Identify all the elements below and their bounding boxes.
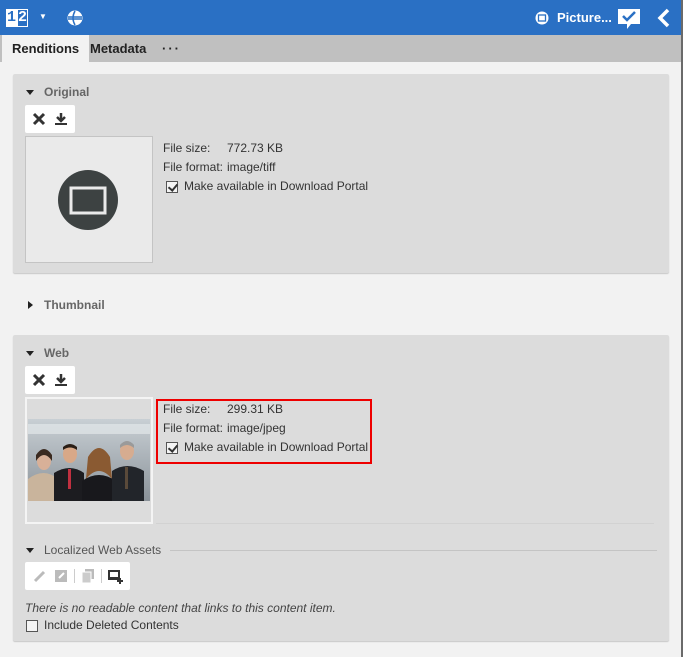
section-title: Original [44, 85, 90, 99]
collapse-triangle-icon [28, 301, 33, 309]
include-deleted-checkbox[interactable]: Include Deleted Contents [26, 616, 179, 635]
document-title: Picture... [557, 10, 612, 25]
web-preview-image [28, 419, 150, 501]
add-picture-icon[interactable] [107, 568, 123, 584]
tab-renditions[interactable]: Renditions [2, 35, 90, 62]
original-info: File size: 772.73 KB File format: image/ti… [163, 139, 368, 196]
divider [156, 523, 654, 524]
view-2[interactable]: 2 [17, 9, 28, 27]
original-toolbar [25, 105, 75, 133]
chevron-left-icon[interactable] [655, 8, 671, 28]
expand-triangle-icon [26, 89, 34, 95]
include-deleted-option: Include Deleted Contents [26, 616, 179, 635]
top-toolbar: 1 2 ▼ Picture... [0, 0, 681, 35]
view-1[interactable]: 1 [6, 9, 17, 27]
file-format-value: image/tiff [227, 160, 276, 174]
localized-header[interactable]: Localized Web Assets [26, 543, 161, 557]
checkbox-label: Make available in Download Portal [184, 179, 369, 193]
download-icon[interactable] [53, 111, 69, 127]
check-comment-icon[interactable] [617, 7, 641, 31]
web-toolbar [25, 366, 75, 394]
download-icon[interactable] [53, 372, 69, 388]
expand-triangle-icon [26, 350, 34, 356]
checkbox-label: Include Deleted Contents [44, 618, 179, 632]
caret-down-icon[interactable]: ▼ [39, 12, 47, 21]
edit-icon[interactable] [32, 568, 48, 584]
highlight-box [156, 399, 372, 464]
close-icon[interactable] [31, 111, 47, 127]
file-size-label: File size: [163, 141, 211, 155]
empty-message: There is no readable content that links … [25, 601, 336, 615]
web-preview[interactable] [25, 397, 153, 524]
download-portal-checkbox[interactable]: Make available in Download Portal [166, 177, 368, 196]
original-preview[interactable] [25, 136, 153, 263]
copy-icon[interactable] [80, 568, 96, 584]
tab-more[interactable]: ··· [152, 35, 191, 62]
original-header[interactable]: Original [26, 85, 89, 99]
expand-triangle-icon [26, 547, 34, 553]
web-header[interactable]: Web [26, 346, 69, 360]
file-size-value: 772.73 KB [227, 141, 284, 155]
close-icon[interactable] [31, 372, 47, 388]
picture-icon [535, 11, 549, 25]
checkbox[interactable] [166, 180, 178, 193]
picture-placeholder-icon [58, 170, 118, 230]
section-title: Web [44, 346, 70, 360]
separator [101, 569, 102, 583]
divider [170, 550, 657, 551]
section-title: Localized Web Assets [44, 543, 162, 557]
localized-toolbar [25, 562, 130, 590]
checkbox[interactable] [26, 619, 38, 632]
open-icon[interactable] [53, 568, 69, 584]
separator [74, 569, 75, 583]
file-format-label: File format: [163, 160, 224, 174]
tab-bar: Renditions Metadata ··· [0, 35, 681, 62]
section-title: Thumbnail [44, 298, 105, 312]
tab-metadata[interactable]: Metadata [80, 35, 156, 62]
globe-icon[interactable] [67, 10, 83, 26]
thumbnail-header[interactable]: Thumbnail [28, 298, 105, 312]
view-switcher[interactable]: 1 2 [6, 9, 28, 27]
